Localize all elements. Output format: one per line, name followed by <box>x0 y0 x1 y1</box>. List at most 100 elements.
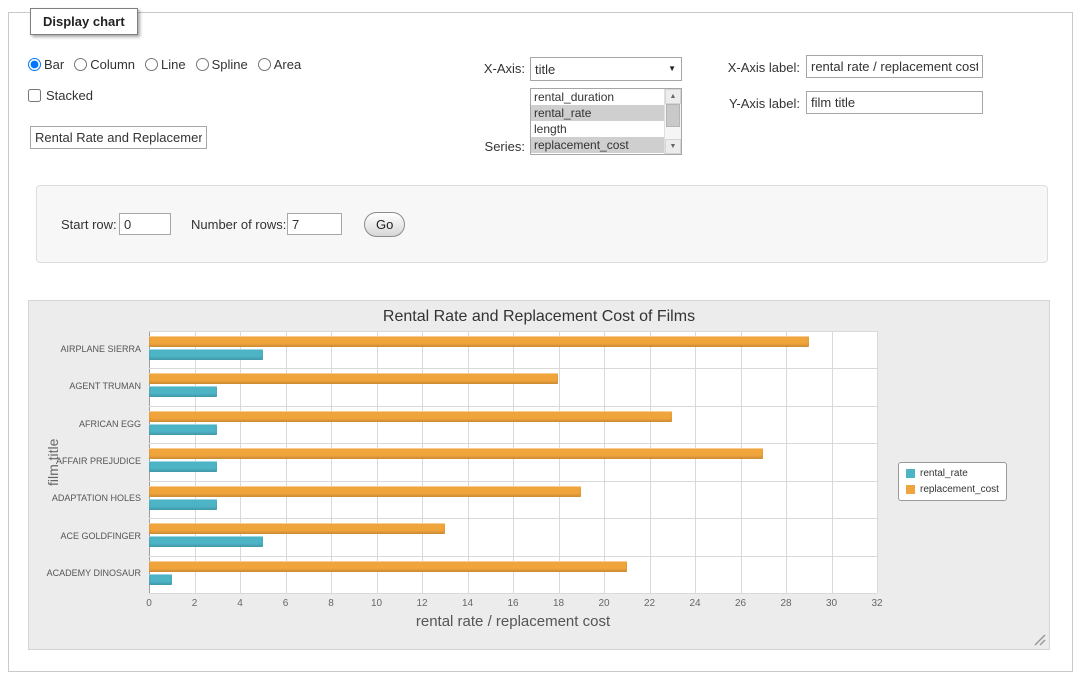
bar-replacement_cost <box>149 373 558 384</box>
plot-area <box>149 331 877 593</box>
series-option-length[interactable]: length <box>531 121 664 137</box>
gridline <box>877 331 878 593</box>
x-tick-label: 26 <box>726 598 756 609</box>
x-tick-label: 6 <box>271 598 301 609</box>
x-tick-label: 22 <box>635 598 665 609</box>
legend-item-replacement_cost[interactable]: replacement_cost <box>906 484 999 495</box>
legend-swatch <box>906 485 915 494</box>
go-button[interactable]: Go <box>364 212 405 237</box>
series-list-label: Series: <box>440 139 525 154</box>
series-listbox[interactable]: rental_durationrental_ratelengthreplacem… <box>530 88 682 155</box>
x-tick-label: 24 <box>680 598 710 609</box>
gridline <box>149 593 877 594</box>
gridline <box>149 481 877 482</box>
legend-label: replacement_cost <box>920 484 999 495</box>
chart-type-radio-bar[interactable] <box>28 58 41 71</box>
gridline <box>513 331 514 593</box>
chart-type-radio-area[interactable] <box>258 58 271 71</box>
gridline <box>377 331 378 593</box>
category-label: ADAPTATION HOLES <box>29 493 141 503</box>
bar-rental_rate <box>149 536 263 547</box>
chart-title-input[interactable] <box>30 126 207 149</box>
bar-rental_rate <box>149 499 217 510</box>
bar-replacement_cost <box>149 523 445 534</box>
category-label: ACE GOLDFINGER <box>29 531 141 541</box>
gridline <box>149 331 877 332</box>
series-option-rental_rate[interactable]: rental_rate <box>531 105 664 121</box>
x-axis-select-wrap: title ▼ <box>530 57 682 81</box>
x-tick-label: 8 <box>316 598 346 609</box>
series-option-replacement_cost[interactable]: replacement_cost <box>531 137 664 153</box>
x-tick-label: 14 <box>453 598 483 609</box>
x-axis-select[interactable]: title <box>530 57 682 81</box>
gridline <box>149 518 877 519</box>
chart-type-column[interactable]: Column <box>74 57 135 72</box>
x-axis-title: rental rate / replacement cost <box>149 613 877 630</box>
series-listbox-scrollbar[interactable]: ▲ ▼ <box>664 89 681 154</box>
x-tick-label: 0 <box>134 598 164 609</box>
chart-type-label: Column <box>90 57 135 72</box>
x-tick-label: 2 <box>180 598 210 609</box>
scrollbar-thumb[interactable] <box>666 104 680 127</box>
bar-replacement_cost <box>149 448 763 459</box>
bar-rental_rate <box>149 461 217 472</box>
category-label: AIRPLANE SIERRA <box>29 344 141 354</box>
gridline <box>149 406 877 407</box>
chart-type-area[interactable]: Area <box>258 57 301 72</box>
x-axis-label-input[interactable] <box>806 55 983 78</box>
bar-rental_rate <box>149 574 172 585</box>
gridline <box>149 556 877 557</box>
gridline <box>832 331 833 593</box>
gridline <box>422 331 423 593</box>
gridline <box>604 331 605 593</box>
stacked-checkbox[interactable] <box>28 89 41 102</box>
category-label: ACADEMY DINOSAUR <box>29 568 141 578</box>
resize-handle-icon[interactable] <box>1034 634 1046 646</box>
legend-label: rental_rate <box>920 468 968 479</box>
chart-type-bar[interactable]: Bar <box>28 57 64 72</box>
start-row-input[interactable] <box>119 213 171 235</box>
x-axis-select-label: X-Axis: <box>440 61 525 76</box>
x-tick-label: 10 <box>362 598 392 609</box>
row-controls-panel: Start row: Number of rows: Go <box>36 185 1048 263</box>
series-option-rental_duration[interactable]: rental_duration <box>531 89 664 105</box>
stacked-checkbox-row[interactable]: Stacked <box>28 88 93 103</box>
gridline <box>559 331 560 593</box>
panel-legend: Display chart <box>30 8 138 35</box>
gridline <box>331 331 332 593</box>
chart-legend: rental_rate replacement_cost <box>898 462 1007 501</box>
y-axis-label-field-label: Y-Axis label: <box>688 96 800 111</box>
y-axis-label-input[interactable] <box>806 91 983 114</box>
chart-title: Rental Rate and Replacement Cost of Film… <box>29 308 1049 326</box>
bar-replacement_cost <box>149 336 809 347</box>
bar-replacement_cost <box>149 486 581 497</box>
gridline <box>741 331 742 593</box>
chart-type-radio-column[interactable] <box>74 58 87 71</box>
bar-rental_rate <box>149 349 263 360</box>
bar-rental_rate <box>149 386 217 397</box>
series-listbox-options: rental_durationrental_ratelengthreplacem… <box>531 89 664 154</box>
chart-type-radio-spline[interactable] <box>196 58 209 71</box>
gridline <box>240 331 241 593</box>
scroll-down-icon[interactable]: ▼ <box>665 139 681 154</box>
chart-type-label: Spline <box>212 57 248 72</box>
gridline <box>786 331 787 593</box>
bar-replacement_cost <box>149 561 627 572</box>
number-of-rows-input[interactable] <box>287 213 342 235</box>
chart-type-radio-line[interactable] <box>145 58 158 71</box>
x-axis-label-field-label: X-Axis label: <box>688 60 800 75</box>
gridline <box>149 368 877 369</box>
chart-type-group: Bar Column Line Spline Area <box>28 57 301 72</box>
legend-swatch <box>906 469 915 478</box>
chart-type-label: Bar <box>44 57 64 72</box>
category-label: AFFAIR PREJUDICE <box>29 456 141 466</box>
x-tick-label: 28 <box>771 598 801 609</box>
category-label: AFRICAN EGG <box>29 419 141 429</box>
x-tick-label: 18 <box>544 598 574 609</box>
chart-type-spline[interactable]: Spline <box>196 57 248 72</box>
chart-type-line[interactable]: Line <box>145 57 186 72</box>
scroll-up-icon[interactable]: ▲ <box>665 89 681 104</box>
gridline <box>286 331 287 593</box>
number-of-rows-label: Number of rows: <box>191 217 286 232</box>
legend-item-rental_rate[interactable]: rental_rate <box>906 468 999 479</box>
